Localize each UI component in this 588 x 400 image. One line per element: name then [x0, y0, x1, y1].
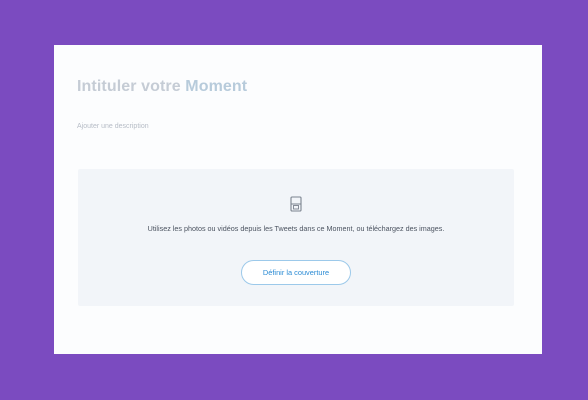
moment-editor-card: Intituler votre Moment Ajouter une descr…	[54, 45, 542, 354]
cover-panel: Utilisez les photos ou vidéos depuis les…	[78, 169, 514, 306]
background-frame: Intituler votre Moment Ajouter une descr…	[0, 0, 588, 400]
cover-instruction-text: Utilisez les photos ou vidéos depuis les…	[147, 224, 445, 233]
set-cover-button[interactable]: Définir la couverture	[241, 260, 351, 285]
moment-description-input[interactable]: Ajouter une description	[77, 123, 149, 130]
title-prefix: Intituler votre	[77, 78, 186, 95]
title-highlight: Moment	[185, 78, 248, 95]
media-placeholder-icon	[290, 196, 302, 212]
moment-title-input[interactable]: Intituler votre Moment	[77, 78, 247, 96]
